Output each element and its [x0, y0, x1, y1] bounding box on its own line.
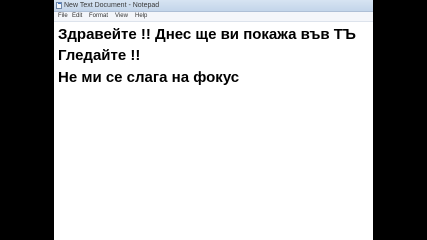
- screen: New Text Document - Notepad File Edit Fo…: [0, 0, 427, 240]
- menu-help[interactable]: Help: [135, 12, 147, 21]
- text-editor-area[interactable]: Здравейте !! Днес ще ви покажа във ТЪ Гл…: [54, 22, 373, 240]
- menu-file[interactable]: File: [58, 12, 68, 21]
- notepad-window: New Text Document - Notepad File Edit Fo…: [54, 0, 373, 240]
- editor-line: Здравейте !! Днес ще ви покажа във ТЪ: [58, 26, 356, 43]
- window-title: New Text Document - Notepad: [64, 2, 160, 9]
- notepad-icon: [56, 2, 62, 9]
- menu-edit[interactable]: Edit: [72, 12, 82, 21]
- title-bar[interactable]: New Text Document - Notepad: [54, 0, 373, 12]
- menu-format[interactable]: Format: [89, 12, 108, 21]
- menu-view[interactable]: View: [115, 12, 128, 21]
- editor-line: Гледайте !!: [58, 47, 141, 64]
- menu-bar: File Edit Format View Help: [54, 12, 373, 22]
- editor-line: Не ми се слага на фокус: [58, 69, 240, 86]
